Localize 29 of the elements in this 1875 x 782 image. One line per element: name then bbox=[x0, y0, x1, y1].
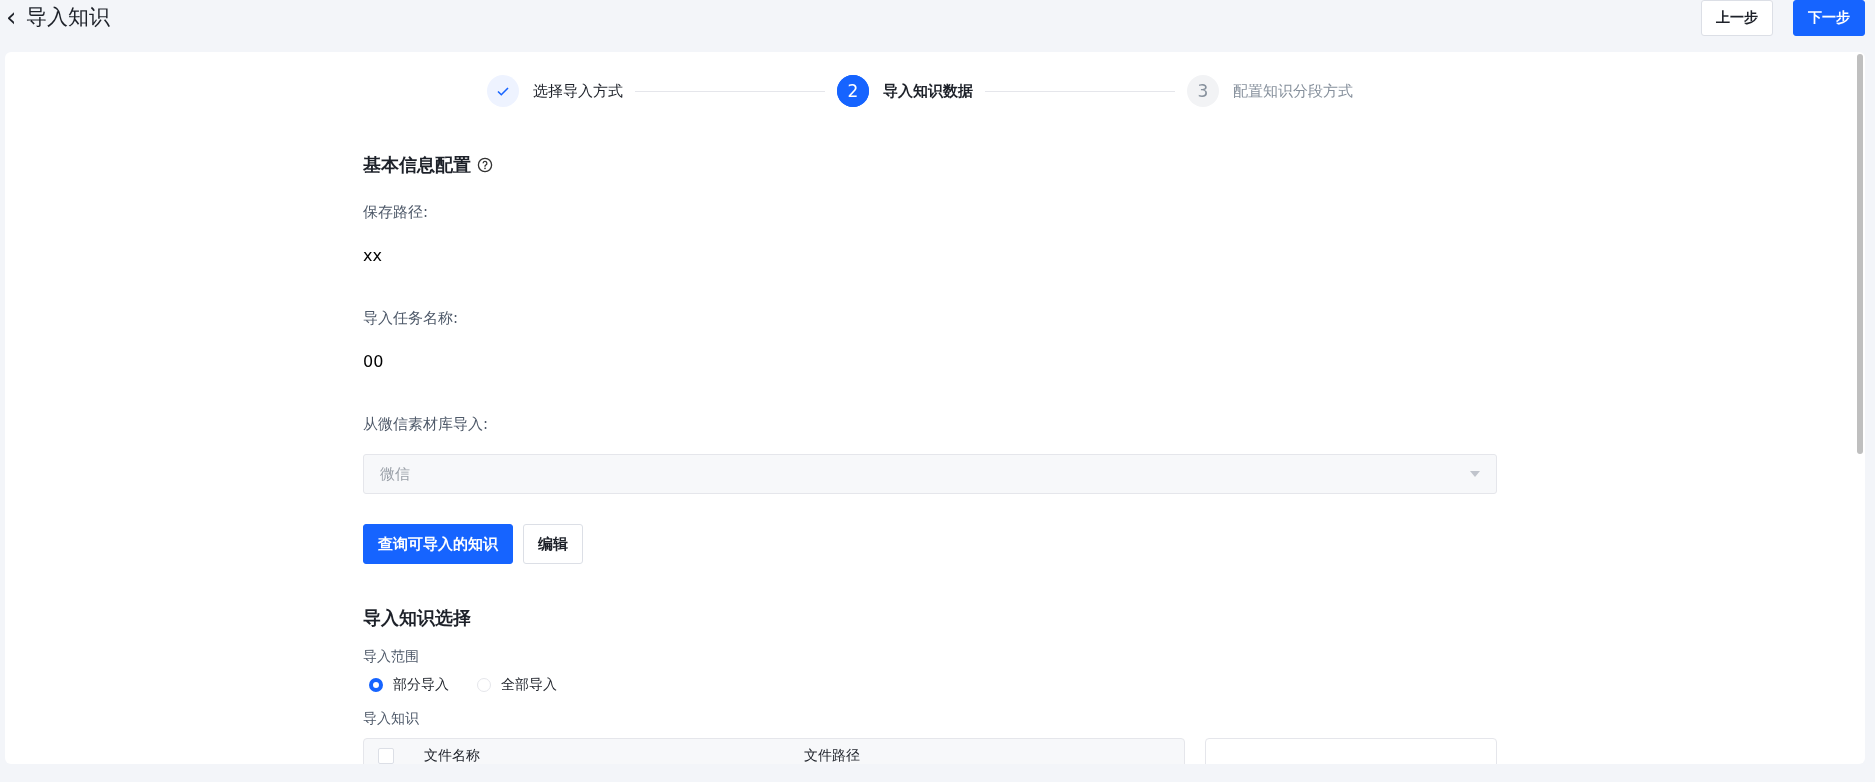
previous-button[interactable]: 上一步 bbox=[1701, 0, 1773, 36]
page-title: 导入知识 bbox=[26, 4, 111, 31]
query-button[interactable]: 查询可导入的知识 bbox=[363, 524, 513, 564]
field-value: xx bbox=[363, 246, 383, 265]
back-button[interactable]: ‹ bbox=[6, 3, 17, 31]
field-label: 导入知识 bbox=[363, 710, 420, 728]
step-label: 配置知识分段方式 bbox=[1233, 81, 1353, 101]
radio-button[interactable] bbox=[369, 678, 383, 692]
step-label: 选择导入方式 bbox=[533, 81, 623, 101]
column-header: 文件名称 bbox=[424, 747, 481, 764]
edit-button[interactable]: 编辑 bbox=[523, 524, 583, 564]
field-value: 00 bbox=[363, 352, 385, 371]
caret-icon bbox=[1470, 471, 1480, 477]
section-title: 导入知识选择 bbox=[363, 606, 472, 630]
section-title: 基本信息配置 bbox=[363, 153, 471, 177]
field-label: 导入任务名称: bbox=[363, 309, 460, 328]
step-number: 3 bbox=[1187, 75, 1219, 107]
column-header: 文件路径 bbox=[804, 747, 861, 764]
radio-label[interactable]: 部分导入 bbox=[393, 676, 449, 694]
help-icon[interactable] bbox=[477, 157, 493, 173]
field-label: 从微信素材库导入: bbox=[363, 415, 490, 434]
step-number: 2 bbox=[837, 75, 869, 107]
scrollbar[interactable] bbox=[1857, 54, 1863, 454]
field-label: 保存路径: bbox=[363, 203, 430, 222]
checkbox[interactable] bbox=[378, 748, 394, 764]
step-label: 导入知识数据 bbox=[883, 81, 973, 101]
field-label: 导入范围 bbox=[363, 648, 420, 666]
radio-label[interactable]: 全部导入 bbox=[501, 676, 557, 694]
next-button[interactable]: 下一步 bbox=[1793, 0, 1865, 36]
